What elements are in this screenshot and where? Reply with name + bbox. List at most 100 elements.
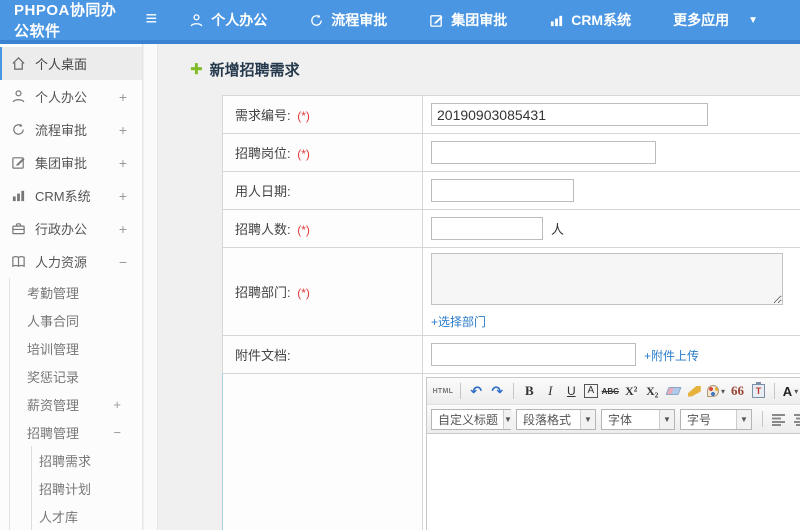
top-menu: 个人办公 流程审批 集团审批 CRM系统 更多应用 ▼ [189,10,800,30]
process-icon [11,122,27,137]
underline-button[interactable]: U [563,381,580,401]
sidebar-item-salary[interactable]: 薪资管理 + [10,390,142,418]
chart-icon [549,13,564,28]
form-row-position: 招聘岗位: (*) [222,133,800,172]
sidebar-item-human-resources[interactable]: 人力资源 − [0,245,142,278]
sidebar-item-label: 薪资管理 [27,397,80,413]
sidebar: 个人桌面 个人办公 + 流程审批 + 集团审批 + CRM系统 + 行政办公 +… [0,44,143,530]
sidebar-item-label: 招聘计划 [39,481,92,497]
chevron-down-icon: ▼ [659,409,674,429]
format-brush-icon[interactable] [686,381,703,401]
collapse-minus-icon[interactable]: − [119,254,127,270]
chevron-down-icon[interactable]: ▼ [748,15,758,26]
sidebar-item-personal-office[interactable]: 个人办公 + [0,80,142,113]
expand-plus-icon[interactable]: + [113,397,121,412]
app-logo[interactable]: PHPOA协同办公软件 [0,0,132,41]
custom-heading-dropdown[interactable]: 自定义标题 ▼ [431,408,512,430]
chevron-down-icon: ▼ [736,409,751,429]
font-color-button[interactable]: A ▾ [782,381,799,401]
menu-toggle-icon[interactable]: ≡ [132,9,172,32]
strikethrough-button[interactable]: ABC [602,381,619,401]
sidebar-item-training[interactable]: 培训管理 [10,334,142,362]
sidebar-item-process-approval[interactable]: 流程审批 + [0,113,142,146]
main-content: ✚ 新增招聘需求 需求编号: (*) 招聘岗位: (*) 用人日期: [158,44,800,530]
font-size-dropdown[interactable]: 字号 ▼ [680,408,752,430]
rich-text-editor: HTML ↶ ↷ B I U A ABC X² X₂ ▾ 66 T A ▾ 自定… [426,377,800,530]
sidebar-item-hr-contract[interactable]: 人事合同 [10,306,142,334]
attachment-input[interactable] [431,343,636,366]
plus-icon: ✚ [190,61,203,78]
font-family-dropdown[interactable]: 字体 ▼ [601,408,675,430]
subscript-button[interactable]: X₂ [644,381,661,401]
redo-icon[interactable]: ↷ [489,381,506,401]
topnav-more-apps[interactable]: 更多应用 ▼ [673,10,758,30]
headcount-input[interactable] [431,217,543,240]
sidebar-item-personal-desktop[interactable]: 个人桌面 [0,47,142,80]
chart-icon [11,188,27,203]
emoticon-palette-icon[interactable]: ▾ [706,381,725,401]
sidebar-item-group-approval[interactable]: 集团审批 + [0,146,142,179]
employment-date-input[interactable] [431,179,574,202]
toolbar-separator [774,383,775,399]
process-icon [309,13,324,28]
recruitment-submenu: 招聘需求 招聘计划 人才库 [31,446,142,530]
form-row-attachment: 附件文档: +附件上传 [222,335,800,374]
expand-plus-icon[interactable]: + [119,155,127,171]
sidebar-item-attendance[interactable]: 考勤管理 [10,278,142,306]
field-label: 附件文档: [235,348,291,363]
topnav-label: 流程审批 [331,12,388,28]
sidebar-item-label: 招聘管理 [27,425,80,441]
expand-plus-icon[interactable]: + [119,188,127,204]
expand-plus-icon[interactable]: + [119,89,127,105]
collapse-minus-icon[interactable]: − [113,425,121,440]
align-left-icon[interactable] [771,413,787,426]
bold-button[interactable]: B [521,381,538,401]
sidebar-scrollbar[interactable] [144,44,158,530]
form-row-department: 招聘部门: (*) +选择部门 [222,247,800,336]
topnav-process-approval[interactable]: 流程审批 [309,10,387,30]
sidebar-item-label: 培训管理 [27,341,80,357]
edit-icon [429,13,444,28]
italic-button[interactable]: I [542,381,559,401]
demand-number-input[interactable] [431,103,708,126]
paragraph-format-dropdown[interactable]: 段落格式 ▼ [516,408,596,430]
toolbar-separator [459,383,461,399]
topnav-personal-office[interactable]: 个人办公 [189,10,267,30]
editor-toolbar-row1: HTML ↶ ↷ B I U A ABC X² X₂ ▾ 66 T A ▾ [427,378,800,405]
recruit-position-input[interactable] [431,141,656,164]
expand-plus-icon[interactable]: + [119,122,127,138]
editor-content-area[interactable] [427,434,800,530]
eraser-icon[interactable] [665,381,682,401]
sidebar-item-label: 个人办公 [35,90,88,105]
superscript-button[interactable]: X² [623,381,640,401]
sidebar-item-recruit-demand[interactable]: 招聘需求 [32,446,142,474]
sidebar-item-label: 人力资源 [35,255,88,270]
sidebar-item-recruit-plan[interactable]: 招聘计划 [32,474,142,502]
attachment-upload-link[interactable]: +附件上传 [644,349,699,363]
person-icon [189,13,204,28]
sidebar-item-crm[interactable]: CRM系统 + [0,179,142,212]
department-textarea[interactable] [431,253,783,305]
html-source-button[interactable]: HTML [433,381,453,401]
page-title-text: 新增招聘需求 [209,62,300,79]
align-center-icon[interactable] [793,413,800,426]
toolbar-separator [762,411,763,427]
sidebar-item-rewards[interactable]: 奖惩记录 [10,362,142,390]
field-label: 招聘岗位: [235,146,291,161]
topnav-group-approval[interactable]: 集团审批 [429,10,507,30]
sidebar-item-talent-pool[interactable]: 人才库 [32,502,142,530]
font-border-button[interactable]: A [583,384,598,398]
field-label: 需求编号: [235,108,291,123]
topnav-crm[interactable]: CRM系统 [549,10,631,30]
required-mark: (*) [297,286,310,300]
sidebar-item-recruitment[interactable]: 招聘管理 − [10,418,142,446]
blockquote-button[interactable]: 66 [729,381,746,401]
required-mark: (*) [297,109,310,123]
expand-plus-icon[interactable]: + [119,221,127,237]
sidebar-item-admin-office[interactable]: 行政办公 + [0,212,142,245]
form-row-demand-number: 需求编号: (*) [222,95,800,134]
paste-icon[interactable]: T [750,381,767,401]
headcount-unit: 人 [551,221,565,237]
select-department-link[interactable]: +选择部门 [431,315,486,329]
undo-icon[interactable]: ↶ [468,381,485,401]
